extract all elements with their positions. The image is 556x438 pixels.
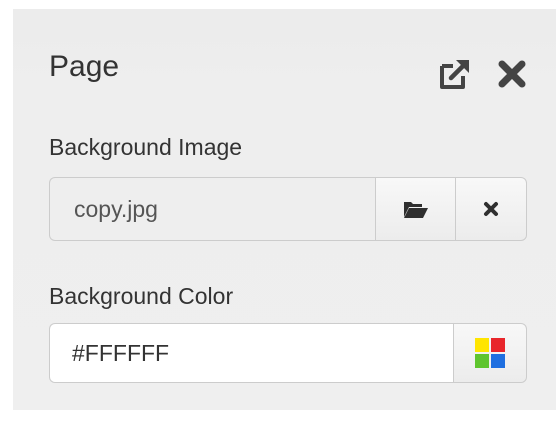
background-color-group — [49, 323, 527, 383]
background-image-label: Background Image — [49, 134, 243, 160]
background-image-field[interactable]: copy.jpg — [49, 177, 375, 241]
panel-title: Page — [49, 50, 120, 83]
popout-button[interactable] — [438, 57, 472, 91]
color-palette-icon — [475, 338, 505, 368]
panel-header: Page — [13, 9, 556, 109]
background-color-label: Background Color — [49, 283, 234, 309]
background-image-group: copy.jpg — [49, 177, 527, 241]
page-properties-panel: Page Background Image copy.jpg Backgroun… — [13, 9, 556, 410]
folder-open-icon — [403, 202, 428, 218]
clear-image-button[interactable] — [455, 177, 527, 241]
times-icon — [484, 202, 498, 216]
close-icon — [498, 60, 526, 88]
browse-image-button[interactable] — [375, 177, 455, 241]
external-link-icon — [440, 60, 469, 89]
background-color-input[interactable] — [49, 323, 453, 383]
close-panel-button[interactable] — [497, 59, 527, 89]
color-picker-button[interactable] — [453, 323, 527, 383]
